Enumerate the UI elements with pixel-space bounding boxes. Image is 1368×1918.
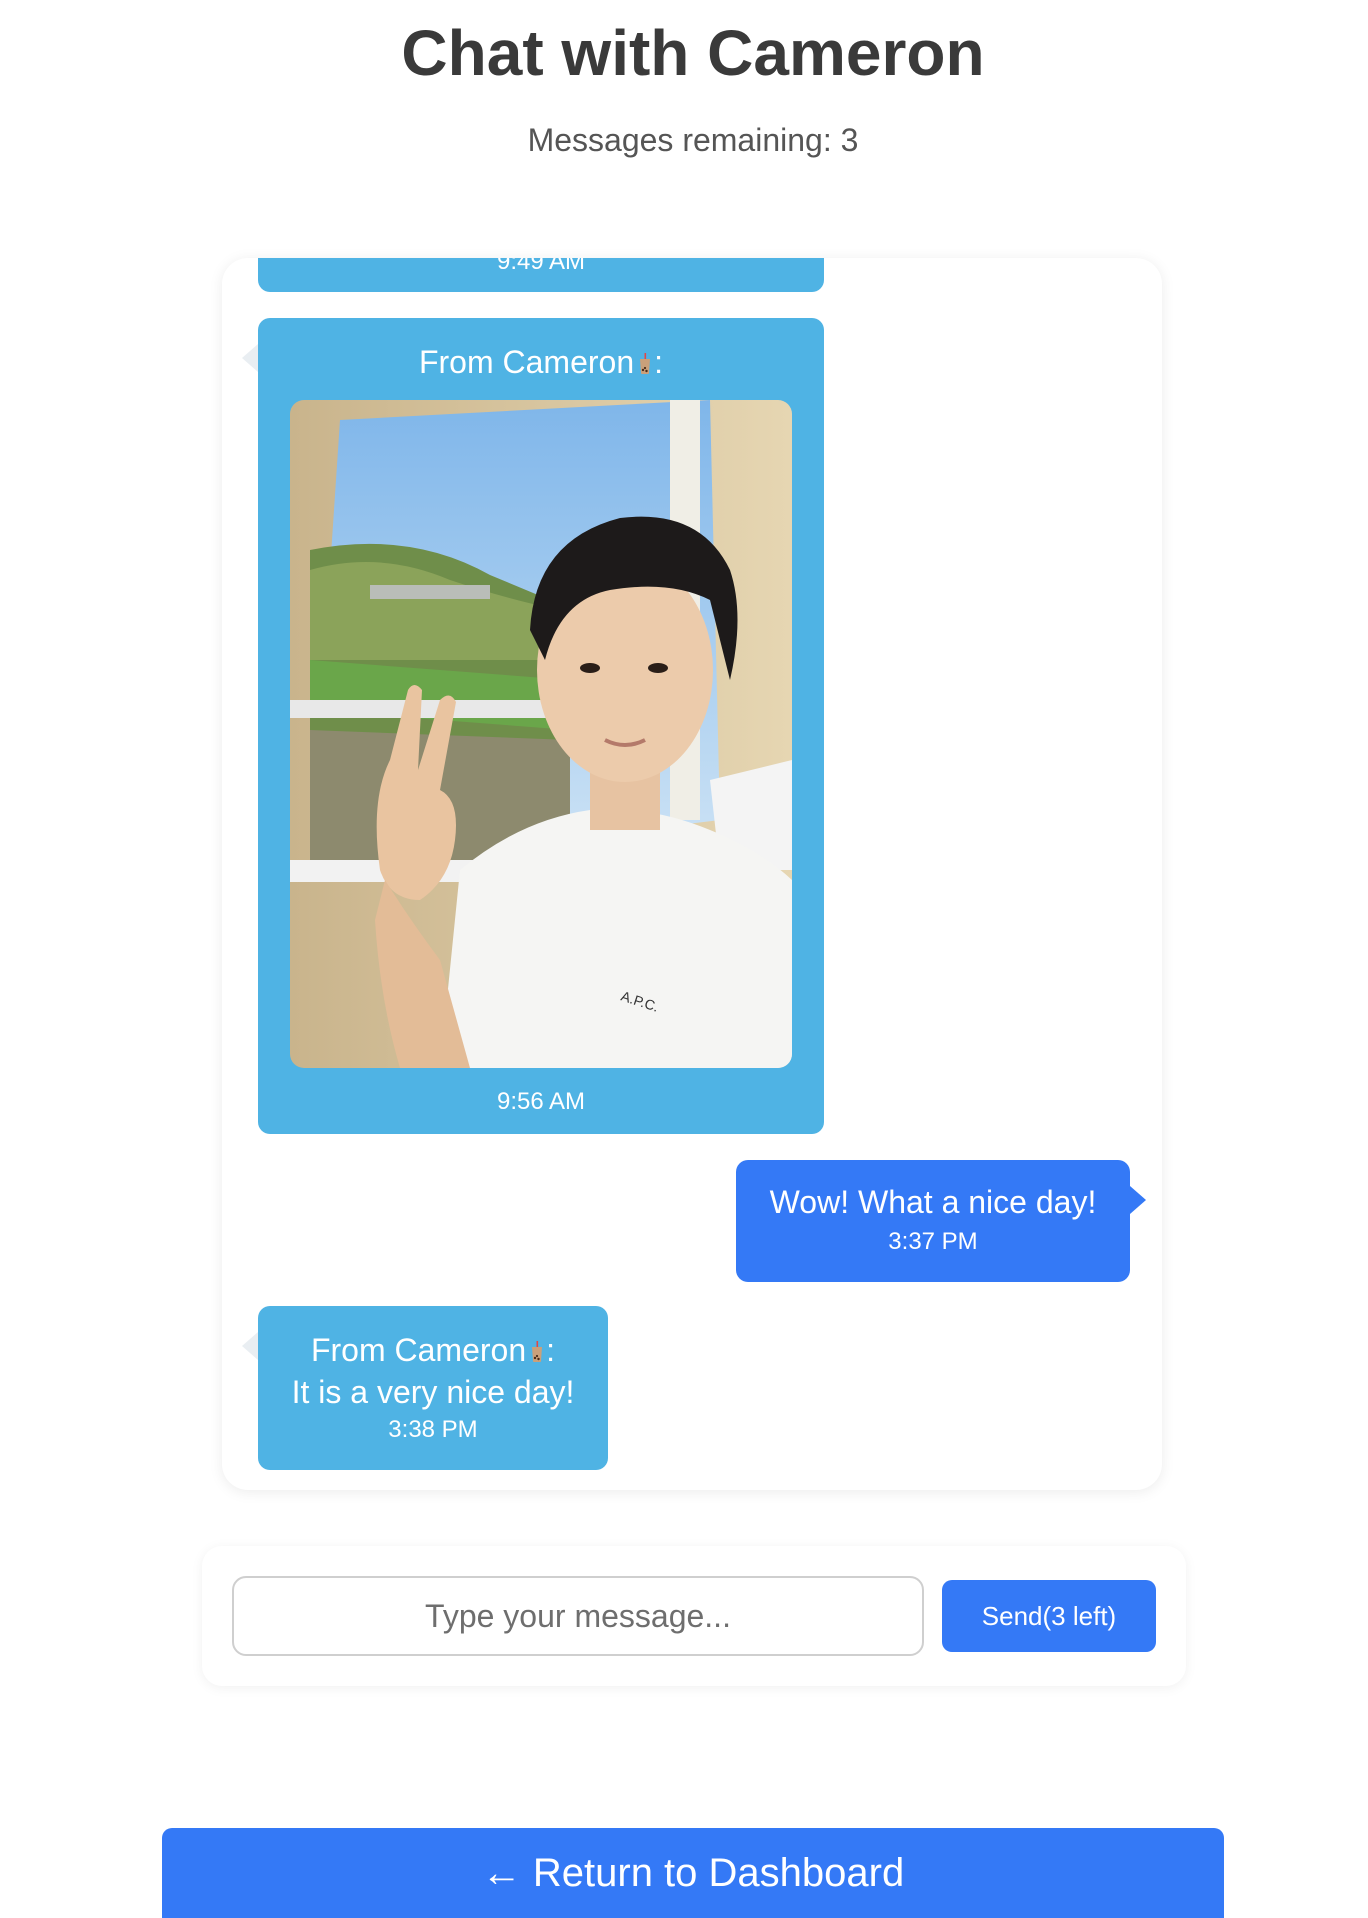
sender-name: From Cameron [310,1332,527,1368]
message-bubble-incoming: 9:49 AM [258,258,824,292]
message-time: 3:38 PM [388,1416,478,1443]
message-time: 9:49 AM [496,258,586,275]
sender-name: From Cameron [418,344,635,380]
sender-suffix: : [546,1332,556,1368]
bubble-tail [242,1332,258,1360]
return-to-dashboard-button[interactable]: ← Return to Dashboard [162,1828,1224,1918]
bubble-tea-icon [532,1341,543,1362]
message-time: 3:37 PM [888,1228,978,1255]
messages-remaining-label: Messages remaining: 3 [527,122,859,158]
chat-history[interactable]: 9:49 AM From Cameron: A.P.C. 9:56 AM Wow… [222,258,1162,1490]
message-sender: From Cameron: [258,342,824,382]
message-sender: From Cameron: [258,1330,608,1370]
selfie-photo[interactable]: A.P.C. [290,400,792,1068]
message-bubble-incoming: From Cameron: A.P.C. 9:56 AM [242,318,824,1134]
message-time: 9:56 AM [496,1088,586,1115]
page-title: Chat with Cameron [401,17,985,89]
message-text: Wow! What a nice day! [769,1184,1097,1220]
message-composer: Send(3 left) [202,1546,1186,1686]
bubble-tea-icon [640,353,651,374]
sender-suffix: : [654,344,664,380]
message-text: It is a very nice day! [291,1374,575,1410]
bubble-tail [242,344,258,372]
chat-page: Chat with Cameron Messages remaining: 3 … [0,0,1368,1918]
bubble-tail [1130,1186,1146,1214]
message-input[interactable] [232,1576,924,1656]
message-bubble-incoming: From Cameron: It is a very nice day! 3:3… [242,1306,608,1470]
message-bubble-outgoing: Wow! What a nice day! 3:37 PM [736,1160,1146,1282]
send-button[interactable]: Send(3 left) [942,1580,1156,1652]
